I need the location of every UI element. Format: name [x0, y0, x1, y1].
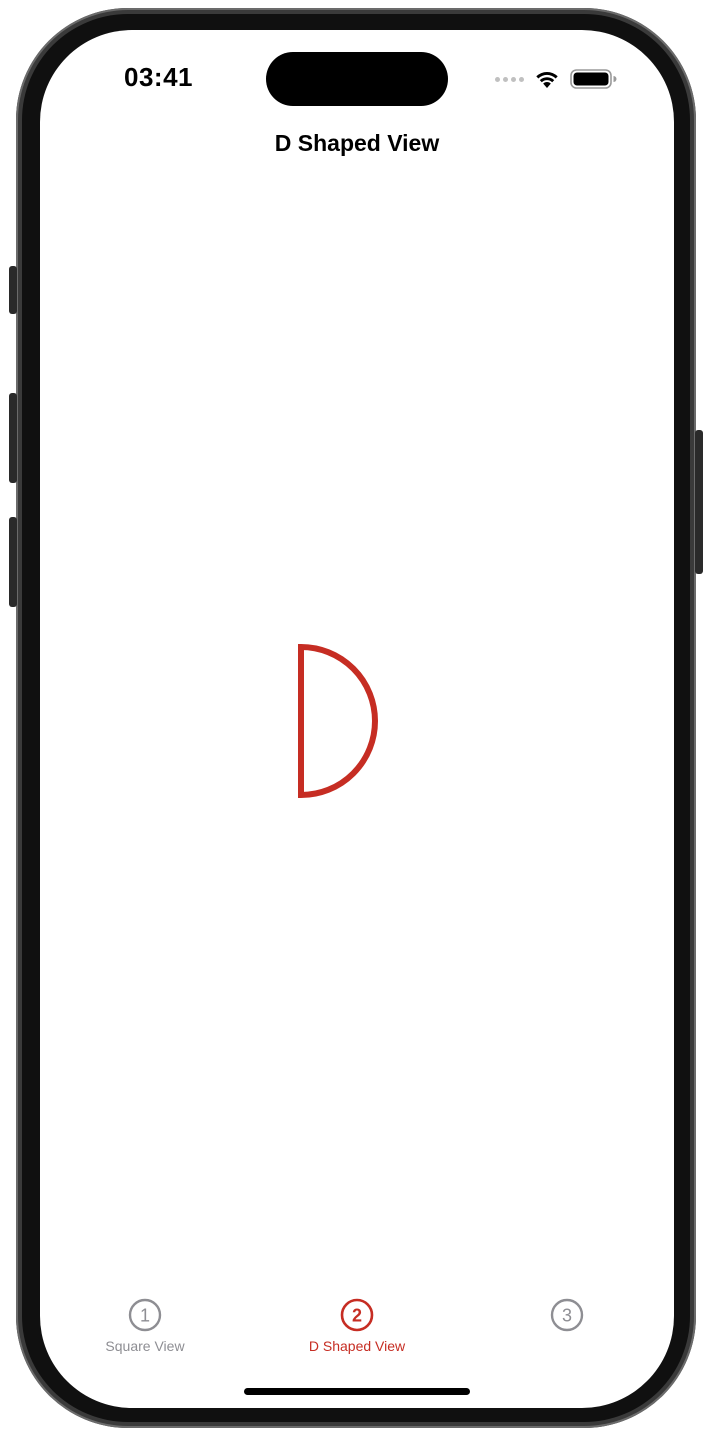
- d-shape: [298, 643, 378, 799]
- action-button: [9, 266, 17, 314]
- volume-down-button: [9, 517, 17, 607]
- tab-3[interactable]: 3: [487, 1298, 647, 1338]
- screen: 03:41 D Shaped View 1 Square View 2 D Sh…: [40, 30, 674, 1408]
- wifi-icon: [536, 71, 558, 88]
- tab-3-number: 3: [562, 1306, 572, 1326]
- home-indicator[interactable]: [244, 1388, 470, 1395]
- dynamic-island: [266, 52, 448, 106]
- number-1-circle-icon: 1: [128, 1298, 162, 1332]
- tab-2-number: 2: [352, 1306, 362, 1326]
- status-time: 03:41: [124, 62, 193, 92]
- tab-d-shaped-view[interactable]: 2 D Shaped View: [277, 1298, 437, 1354]
- number-3-circle-icon: 3: [550, 1298, 584, 1332]
- tab-label-d-shaped-view: D Shaped View: [308, 1338, 406, 1354]
- device-stage: 03:41 D Shaped View 1 Square View 2 D Sh…: [0, 0, 712, 1434]
- status-indicators: [495, 68, 618, 90]
- tab-label-square-view: Square View: [105, 1338, 185, 1354]
- tab-1-number: 1: [140, 1306, 150, 1326]
- cellular-signal-icon: [495, 76, 524, 82]
- tab-bar: 1 Square View 2 D Shaped View 3: [40, 1290, 674, 1370]
- page-title: D Shaped View: [274, 130, 440, 156]
- number-2-circle-icon: 2: [340, 1298, 374, 1332]
- side-button: [695, 430, 703, 574]
- tab-square-view[interactable]: 1 Square View: [65, 1298, 225, 1354]
- battery-icon: [570, 69, 617, 89]
- volume-up-button: [9, 393, 17, 483]
